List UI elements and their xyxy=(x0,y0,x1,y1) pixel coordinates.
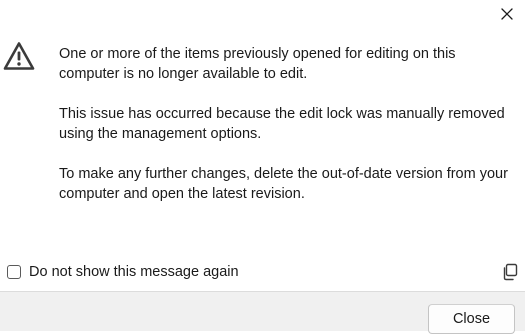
dialog: One or more of the items previously open… xyxy=(0,0,525,334)
close-icon[interactable] xyxy=(499,6,515,22)
message-body: One or more of the items previously open… xyxy=(59,44,509,224)
checkbox-box[interactable] xyxy=(7,265,21,279)
dont-show-again-checkbox[interactable]: Do not show this message again xyxy=(7,264,239,280)
message-paragraph: To make any further changes, delete the … xyxy=(59,166,508,202)
message-paragraph: One or more of the items previously open… xyxy=(59,46,456,82)
button-bar: Close xyxy=(0,291,525,334)
close-button[interactable]: Close xyxy=(428,304,515,334)
warning-triangle-icon xyxy=(3,42,35,70)
options-row: Do not show this message again xyxy=(0,258,525,288)
message-paragraph: This issue has occurred because the edit… xyxy=(59,106,505,142)
dont-show-again-label: Do not show this message again xyxy=(29,264,239,280)
copy-icon[interactable] xyxy=(501,263,519,281)
